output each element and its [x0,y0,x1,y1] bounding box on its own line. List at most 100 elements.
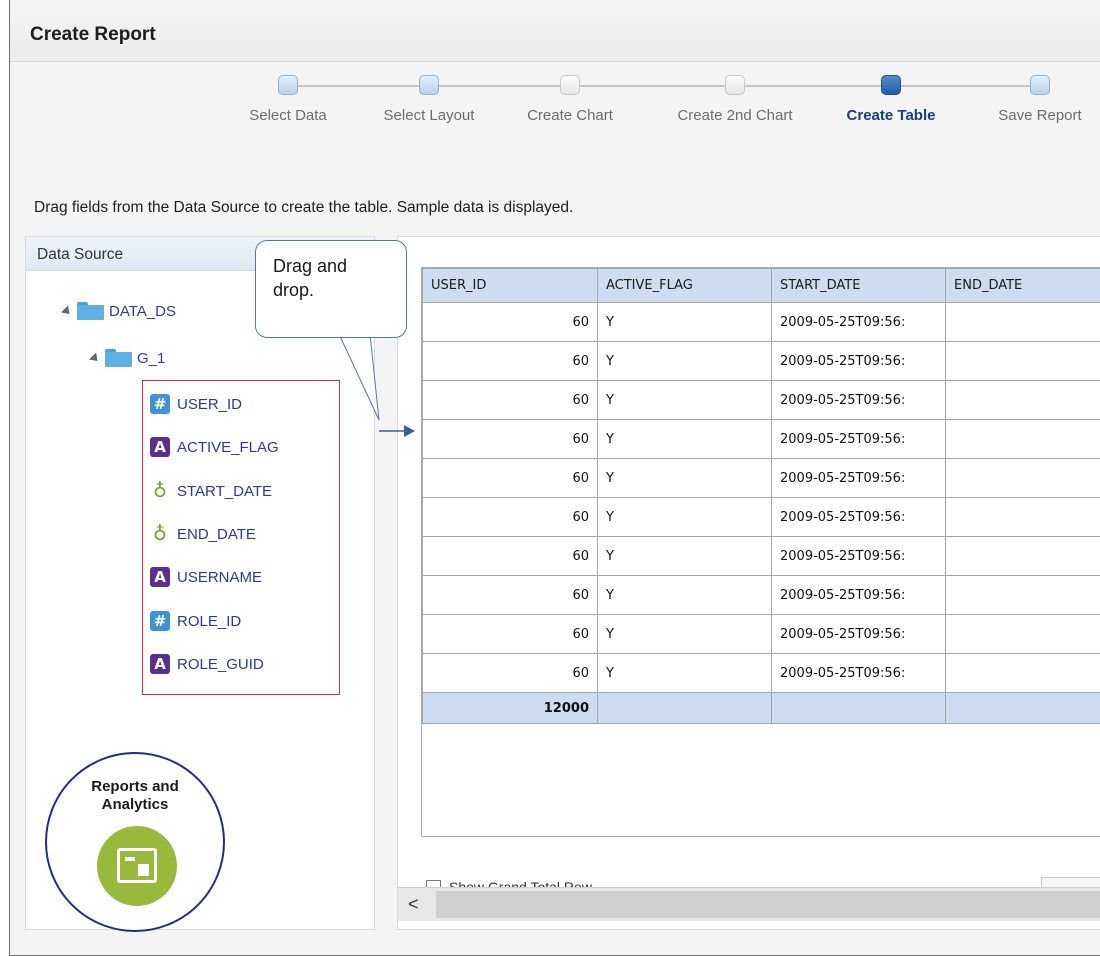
table-row: 60 Y 2009-05-25T09:56: [422,653,1100,693]
table-cell: Y [597,380,772,420]
field-role-guid[interactable]: A ROLE_GUID [150,654,264,674]
folder-icon [105,349,132,367]
table-row: 60 Y 2009-05-25T09:56: [422,302,1100,342]
table-cell: 2009-05-25T09:56: [771,419,946,459]
folder-icon [77,302,104,320]
table-row: 60 Y 2009-05-25T09:56: [422,341,1100,381]
table-grid[interactable]: USER_ID ACTIVE_FLAG START_DATE END_DATE … [421,267,1100,837]
table-cell: 60 [422,536,598,576]
table-header-row: USER_ID ACTIVE_FLAG START_DATE END_DATE [422,268,1100,303]
table-cell [945,458,1100,498]
table-row: 60 Y 2009-05-25T09:56: [422,380,1100,420]
callout-line-1: Drag and [273,256,348,276]
table-cell: 2009-05-25T09:56: [771,341,946,381]
table-row: 60 Y 2009-05-25T09:56: [422,497,1100,537]
table-cell: Y [597,653,772,693]
table-cell: Y [597,536,772,576]
tree-node-g-1[interactable]: G_1 [88,349,166,367]
instructions-text: Drag fields from the Data Source to crea… [34,199,574,216]
table-cell: 60 [422,575,598,615]
text-icon: A [150,437,170,457]
table-cell: Y [597,341,772,381]
callout-line-2: drop. [273,280,315,300]
sample-data-table: USER_ID ACTIVE_FLAG START_DATE END_DATE … [422,268,1100,724]
column-header[interactable]: END_DATE [945,268,1100,303]
table-cell: 60 [422,380,598,420]
table-cell: 2009-05-25T09:56: [771,458,946,498]
wizard-train: Select Data Select Layout Create Chart C… [10,74,1100,144]
table-cell: Y [597,575,772,615]
train-stop-create-2nd-chart[interactable]: Create 2nd Chart [660,74,810,124]
train-stop-select-data[interactable]: Select Data [213,74,363,124]
expand-arrow-icon[interactable] [60,304,74,318]
grand-total-row: 12000 [422,692,1100,724]
field-active-flag[interactable]: A ACTIVE_FLAG [150,437,279,457]
table-row: 60 Y 2009-05-25T09:56: [422,458,1100,498]
train-stop-icon [1030,75,1050,95]
scroll-left-icon[interactable]: < [408,894,419,915]
train-stop-icon [560,75,580,95]
field-role-id[interactable]: # ROLE_ID [150,611,241,631]
train-stop-label: Select Layout [383,107,475,124]
table-row: 60 Y 2009-05-25T09:56: [422,419,1100,459]
train-stop-label: Create 2nd Chart [677,107,793,124]
tree-node-data-ds[interactable]: DATA_DS [60,302,176,320]
table-cell: 60 [422,458,598,498]
table-cell: Y [597,458,772,498]
grand-total-cell [597,692,772,724]
table-cell [945,653,1100,693]
table-cell: Y [597,302,772,342]
field-end-date[interactable]: ♁ END_DATE [150,524,256,544]
column-header[interactable]: START_DATE [771,268,946,303]
table-cell: 2009-05-25T09:56: [771,302,946,342]
train-stop-create-chart[interactable]: Create Chart [495,74,645,124]
tree-node-label: DATA_DS [109,302,176,320]
column-header[interactable]: ACTIVE_FLAG [597,268,772,303]
table-cell [945,536,1100,576]
table-cell: 2009-05-25T09:56: [771,653,946,693]
table-cell: 2009-05-25T09:56: [771,614,946,654]
train-stop-select-layout[interactable]: Select Layout [354,74,504,124]
train-stop-label: Save Report [998,107,1082,124]
reports-icon [97,826,177,906]
badge-subtitle: Analytics [101,796,169,813]
page-title: Create Report [30,24,156,45]
date-icon: ♁ [153,480,167,502]
field-start-date[interactable]: ♁ START_DATE [150,481,272,501]
scrollbar-thumb[interactable] [436,891,1100,918]
expand-arrow-icon[interactable] [88,351,102,365]
badge-title: Reports and [91,778,179,795]
number-icon: # [150,611,170,631]
train-stop-save-report[interactable]: Save Report [965,74,1100,124]
grand-total-cell: 12000 [422,692,598,724]
table-cell [945,614,1100,654]
tree-node-label: G_1 [137,349,166,367]
field-label: START_DATE [177,482,273,500]
title-bar: Create Report [10,0,1100,62]
table-cell: Y [597,614,772,654]
grand-total-cell [771,692,946,724]
table-cell: 60 [422,614,598,654]
grand-total-cell [945,692,1100,724]
field-username[interactable]: A USERNAME [150,567,262,587]
panel-horizontal-scrollbar[interactable]: < [398,887,1100,921]
table-row: 60 Y 2009-05-25T09:56: [422,614,1100,654]
table-cell: Y [597,419,772,459]
field-label: ROLE_ID [177,612,242,630]
table-cell [945,380,1100,420]
table-cell: 2009-05-25T09:56: [771,536,946,576]
reports-analytics-badge: Reports and Analytics [45,752,225,932]
table-row: 60 Y 2009-05-25T09:56: [422,536,1100,576]
table-cell [945,341,1100,381]
table-row: 60 Y 2009-05-25T09:56: [422,575,1100,615]
field-label: END_DATE [177,525,256,543]
column-header[interactable]: USER_ID [422,268,598,303]
train-stop-create-table[interactable]: Create Table [816,74,966,124]
field-label: ROLE_GUID [177,655,264,673]
train-stop-icon [419,75,439,95]
table-cell: 2009-05-25T09:56: [771,497,946,537]
table-cell: 60 [422,302,598,342]
field-user-id[interactable]: # USER_ID [150,394,242,414]
table-cell: 60 [422,497,598,537]
train-stop-icon [725,75,745,95]
